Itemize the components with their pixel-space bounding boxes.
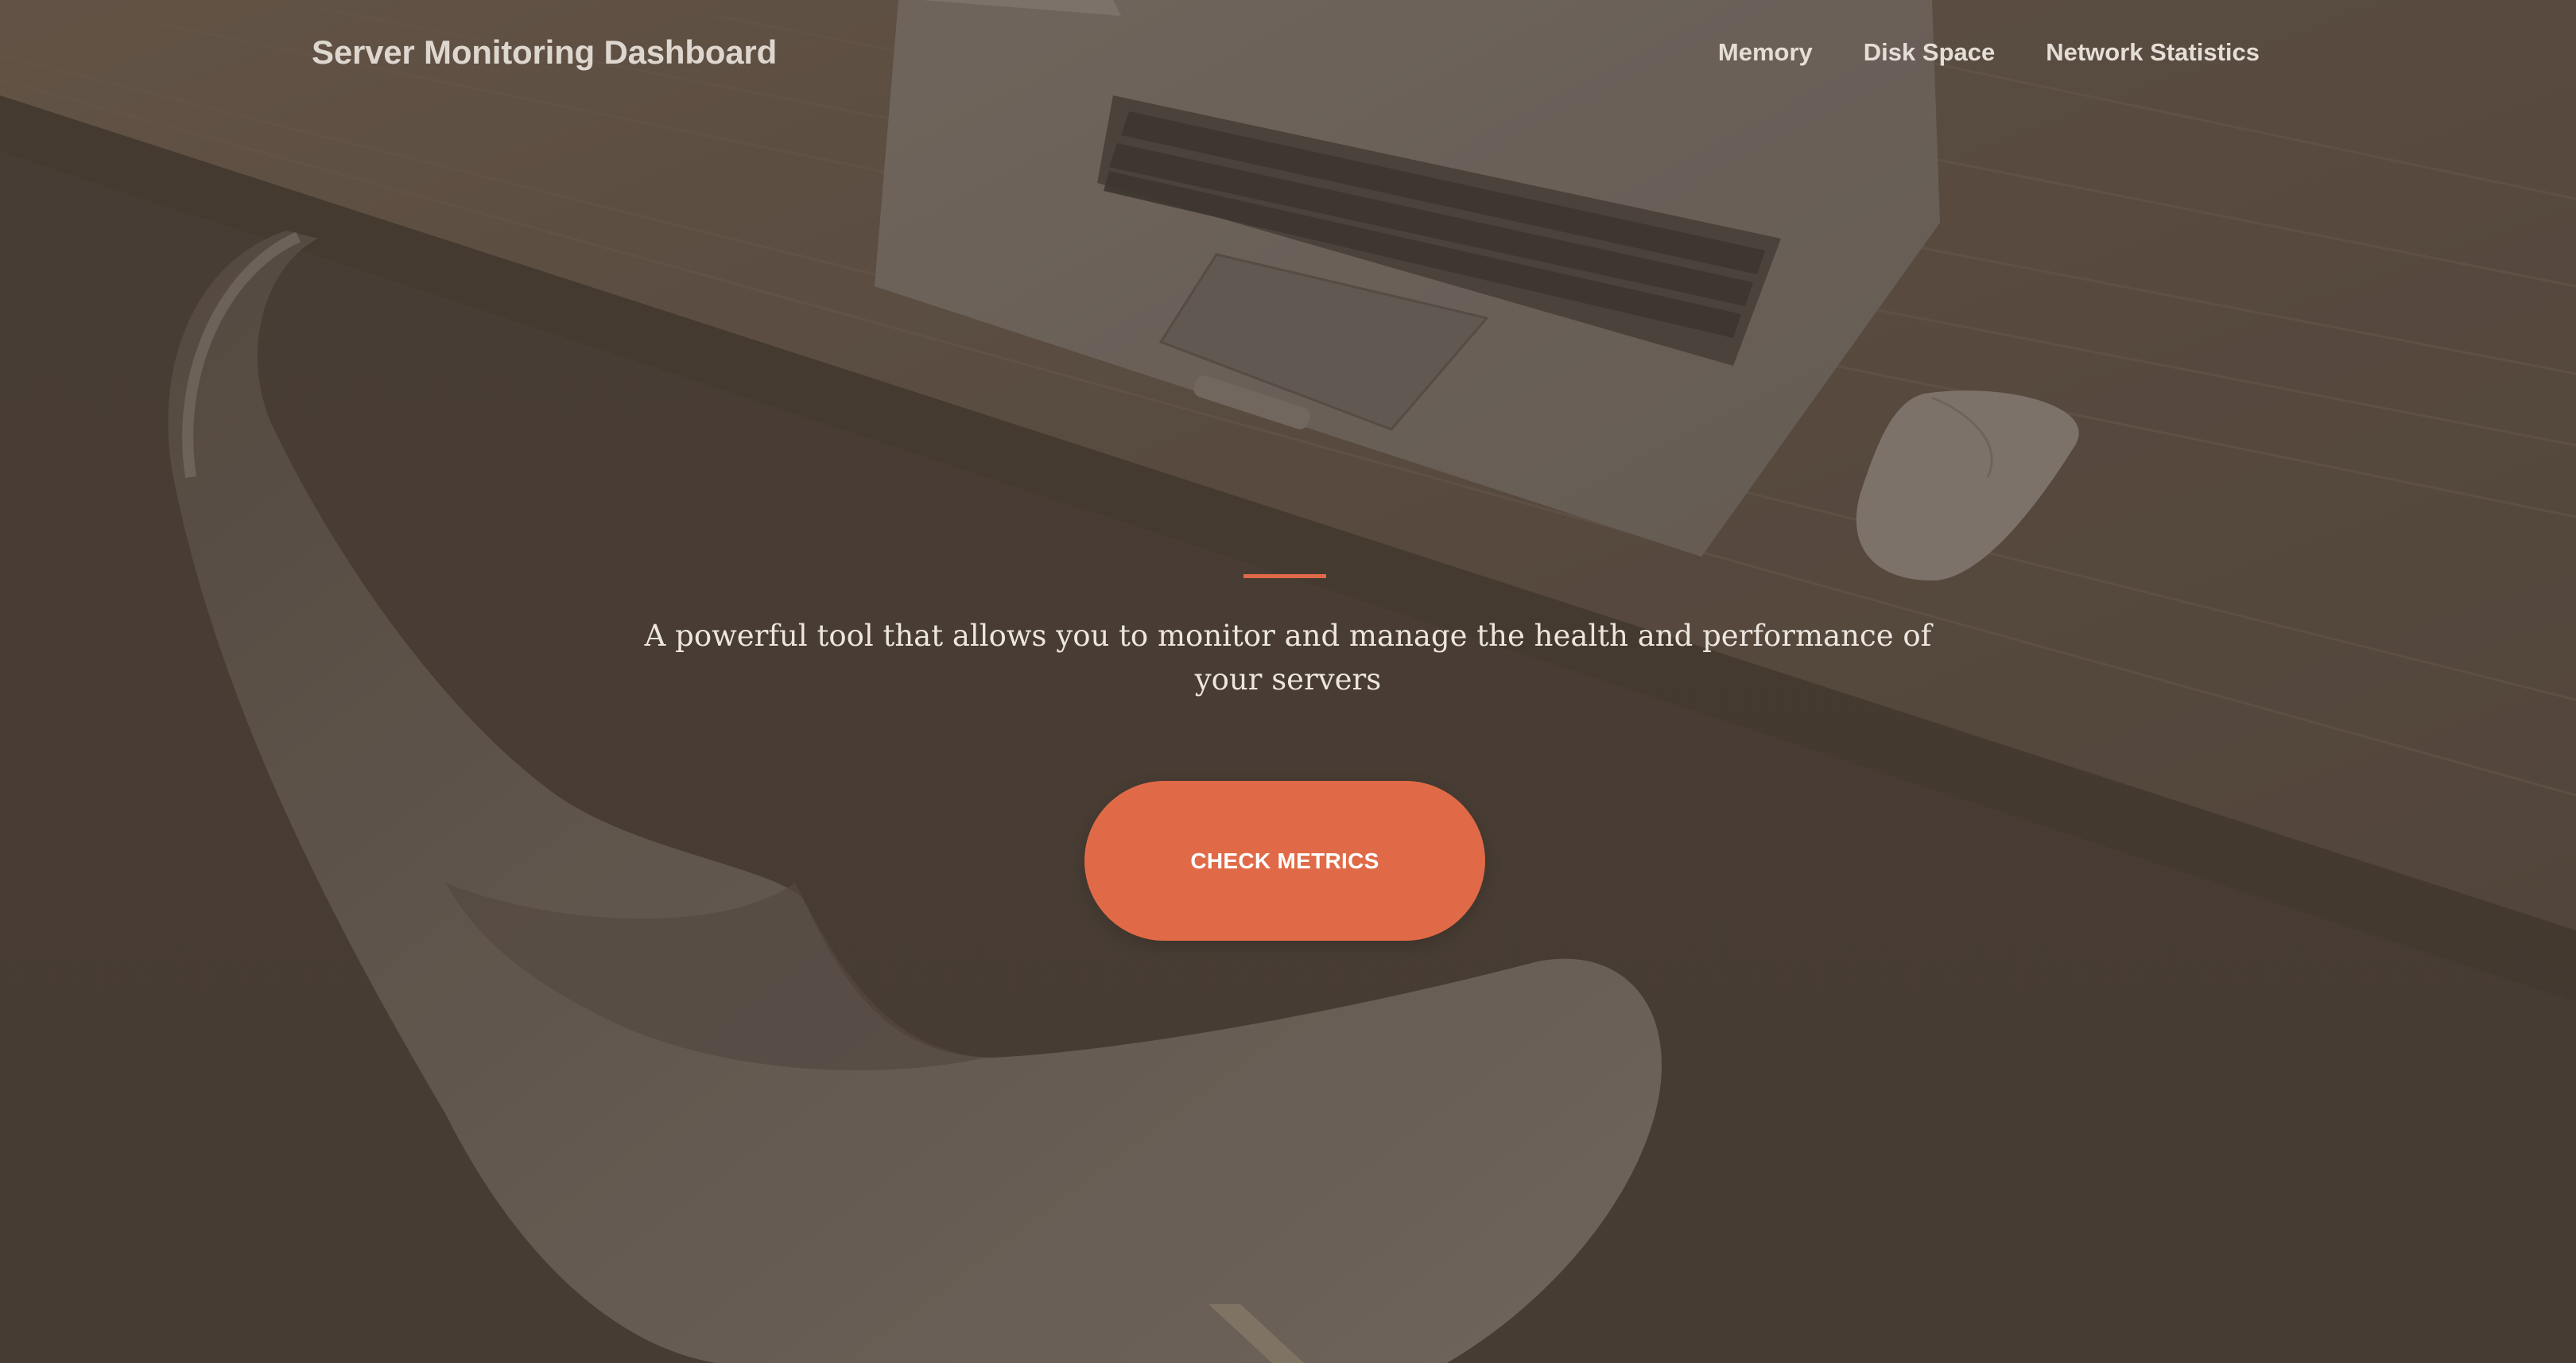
nav-links: Memory Disk Space Network Statistics	[1718, 38, 2260, 67]
brand-link[interactable]: Server Monitoring Dashboard	[312, 33, 777, 72]
nav-link-network-statistics[interactable]: Network Statistics	[2046, 38, 2260, 67]
check-metrics-button[interactable]: CHECK METRICS	[1084, 781, 1485, 941]
hero-section: Server Monitoring Dashboard Memory Disk …	[0, 0, 2576, 1363]
hero-tagline: A powerful tool that allows you to monit…	[644, 619, 1932, 697]
nav-link-disk-space[interactable]: Disk Space	[1864, 38, 1995, 67]
navbar: Server Monitoring Dashboard Memory Disk …	[312, 29, 2260, 80]
nav-link-memory[interactable]: Memory	[1718, 38, 1813, 67]
accent-divider	[1243, 574, 1326, 578]
